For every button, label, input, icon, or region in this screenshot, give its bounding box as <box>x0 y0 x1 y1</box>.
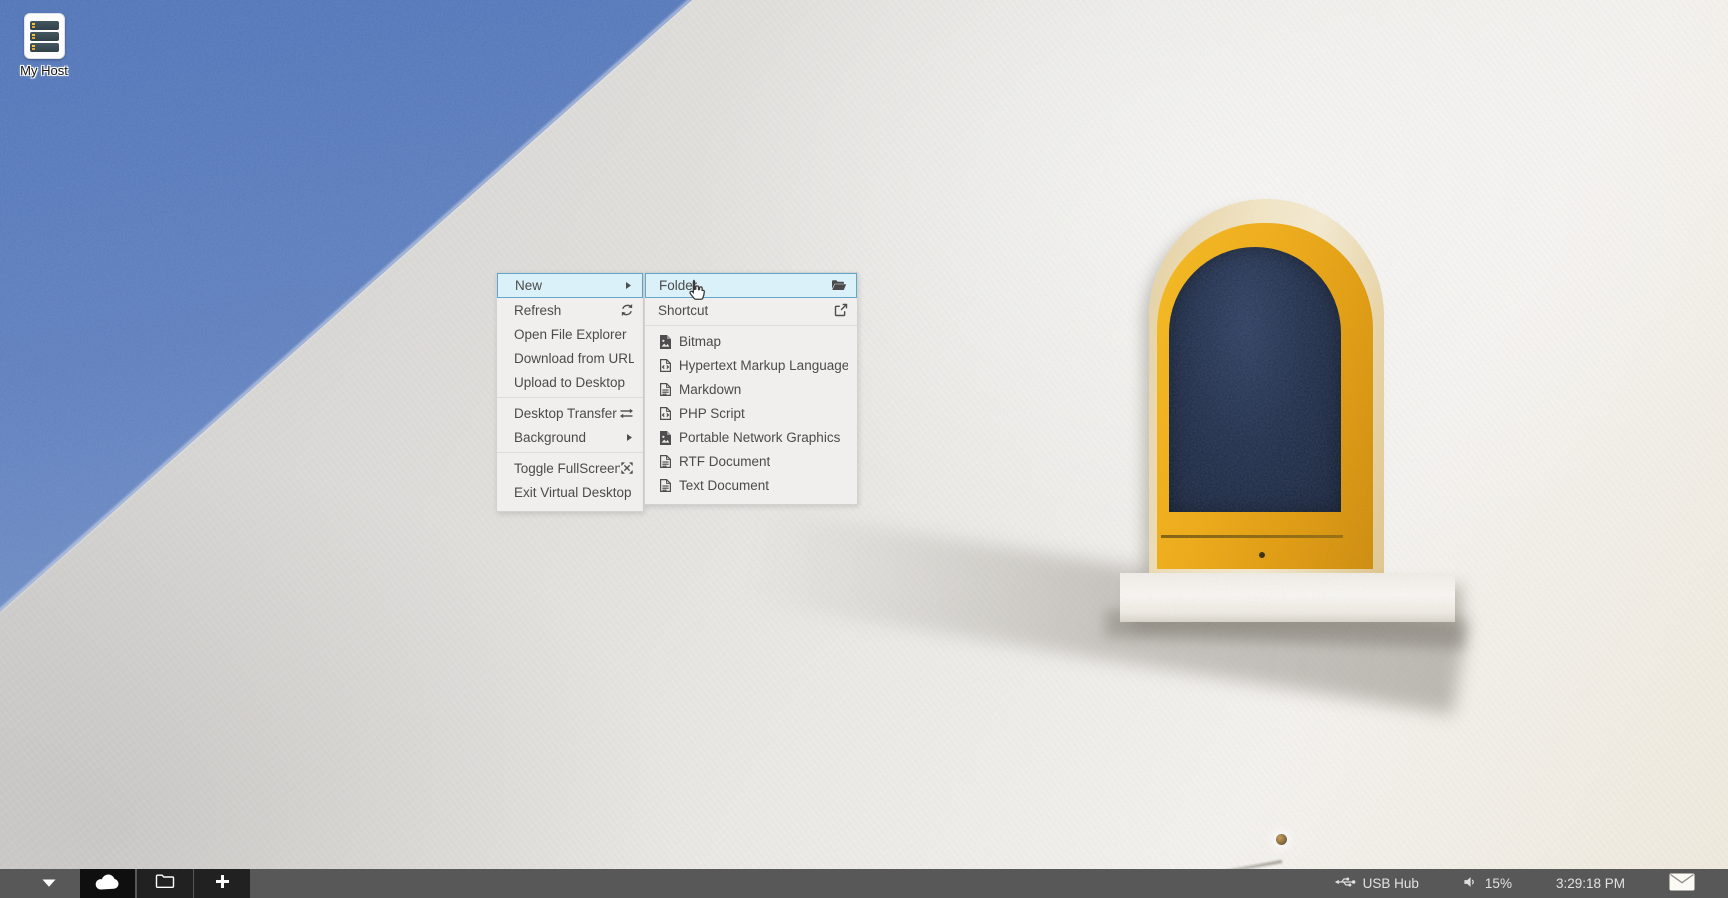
caret-right-icon <box>624 281 633 290</box>
file-image-icon <box>658 334 673 349</box>
menu-item-refresh[interactable]: Refresh <box>497 298 643 322</box>
file-lines-icon <box>658 382 673 397</box>
submenu-item-bitmap[interactable]: Bitmap <box>645 329 857 353</box>
usb-icon <box>1334 875 1356 892</box>
expand-arrows-icon <box>620 461 634 475</box>
menu-item-desktop-transfer[interactable]: Desktop Transfer <box>497 401 643 425</box>
tray-volume-label: 15% <box>1485 876 1512 891</box>
wallpaper-window-ledge <box>1120 573 1455 622</box>
submenu-item-folder[interactable]: Folder <box>645 273 857 298</box>
server-bar <box>30 21 59 30</box>
new-submenu: Folder Shortcut Bitmap Hypertext Markup … <box>644 272 858 505</box>
menu-item-label: PHP Script <box>679 406 745 421</box>
tray-usb-label: USB Hub <box>1363 876 1419 891</box>
menu-item-label: RTF Document <box>679 454 770 469</box>
menu-item-new[interactable]: New <box>497 273 643 298</box>
hand-cursor <box>684 277 710 312</box>
wallpaper-spout <box>1276 834 1287 845</box>
file-lines-icon <box>658 454 673 469</box>
caret-right-icon <box>625 433 634 442</box>
submenu-item-text-document[interactable]: Text Document <box>645 473 857 497</box>
menu-item-label: Refresh <box>514 303 561 318</box>
server-bar <box>30 43 59 52</box>
refresh-icon <box>620 303 634 317</box>
taskbar-new-button[interactable] <box>194 869 250 898</box>
menu-item-label: Portable Network Graphics <box>679 430 840 445</box>
menu-item-label: New <box>515 278 542 293</box>
desktop-context-menu: New Refresh Open File Explorer Download … <box>496 272 644 512</box>
envelope-icon[interactable] <box>1669 873 1695 894</box>
menu-item-label: Upload to Desktop <box>514 375 625 390</box>
server-bar <box>30 32 59 41</box>
menu-item-open-file-explorer[interactable]: Open File Explorer <box>497 322 643 346</box>
file-lines-icon <box>658 478 673 493</box>
file-code-icon <box>658 358 673 373</box>
plus-icon <box>215 874 230 894</box>
menu-item-label: Open File Explorer <box>514 327 627 342</box>
desktop-icon-label: My Host <box>20 63 68 78</box>
tray-clock[interactable]: 3:29:18 PM <box>1556 876 1625 891</box>
menu-item-background[interactable]: Background <box>497 425 643 449</box>
taskbar-app-cloud[interactable] <box>80 869 135 898</box>
menu-separator <box>497 397 643 398</box>
external-link-icon <box>834 303 848 317</box>
menu-item-label: Bitmap <box>679 334 721 349</box>
folder-open-icon <box>831 279 847 292</box>
tray-volume[interactable]: 15% <box>1463 875 1512 892</box>
submenu-item-markdown[interactable]: Markdown <box>645 377 857 401</box>
submenu-item-php-script[interactable]: PHP Script <box>645 401 857 425</box>
file-image-icon <box>658 430 673 445</box>
menu-item-label: Download from URL <box>514 351 634 366</box>
menu-item-label: Text Document <box>679 478 769 493</box>
menu-item-exit-virtual-desktop[interactable]: Exit Virtual Desktop <box>497 480 643 504</box>
menu-item-label: Markdown <box>679 382 741 397</box>
taskbar-app-file-manager[interactable] <box>137 869 193 898</box>
window-frame-line <box>1161 535 1343 538</box>
menu-item-label: Hypertext Markup Language <box>679 358 848 373</box>
volume-icon <box>1463 875 1478 892</box>
menu-item-label: Background <box>514 430 586 445</box>
virtual-desktop: My Host New Refresh Open File Explorer D… <box>0 0 1728 898</box>
file-code-icon <box>658 406 673 421</box>
menu-item-toggle-fullscreen[interactable]: Toggle FullScreen <box>497 456 643 480</box>
menu-item-label: Desktop Transfer <box>514 406 617 421</box>
tray-usb[interactable]: USB Hub <box>1334 875 1419 892</box>
submenu-item-shortcut[interactable]: Shortcut <box>645 298 857 322</box>
folder-icon <box>155 873 175 894</box>
menu-item-upload-to-desktop[interactable]: Upload to Desktop <box>497 370 643 394</box>
server-icon <box>24 13 65 59</box>
system-tray: USB Hub 15% 3:29:18 PM <box>1334 873 1728 894</box>
submenu-item-html[interactable]: Hypertext Markup Language <box>645 353 857 377</box>
menu-item-label: Toggle FullScreen <box>514 461 620 476</box>
menu-item-download-from-url[interactable]: Download from URL <box>497 346 643 370</box>
menu-item-label: Exit Virtual Desktop <box>514 485 632 500</box>
exchange-icon <box>619 407 634 420</box>
cloud-icon <box>94 872 121 896</box>
taskbar: USB Hub 15% 3:29:18 PM <box>0 869 1728 898</box>
caret-down-icon <box>41 875 57 893</box>
window-knob <box>1259 552 1265 558</box>
submenu-item-rtf-document[interactable]: RTF Document <box>645 449 857 473</box>
wallpaper-arched-window <box>1149 199 1384 573</box>
window-glass <box>1169 247 1341 512</box>
desktop-icon-my-host[interactable]: My Host <box>12 13 76 80</box>
menu-separator <box>645 325 857 326</box>
submenu-item-png[interactable]: Portable Network Graphics <box>645 425 857 449</box>
window-yellow-frame <box>1157 223 1373 569</box>
taskbar-menu-button[interactable] <box>36 869 62 898</box>
menu-separator <box>497 452 643 453</box>
